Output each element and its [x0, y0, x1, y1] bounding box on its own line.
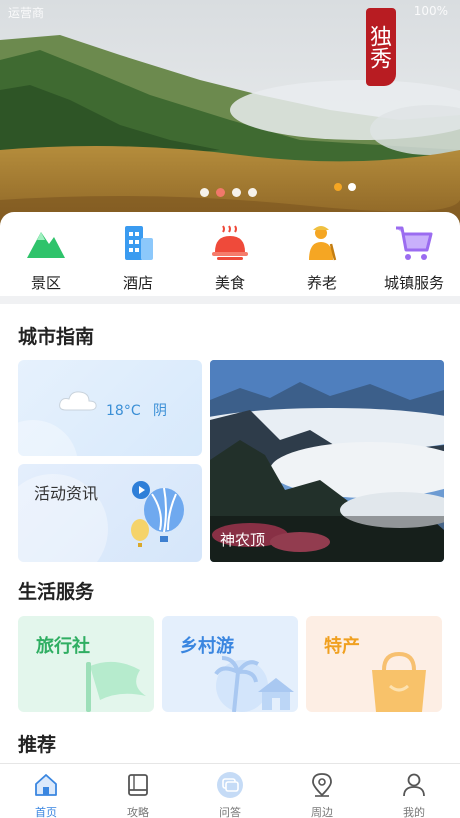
- rural-tour-card[interactable]: 乡村游: [162, 616, 298, 712]
- banner-indicator[interactable]: [200, 188, 257, 197]
- category-nav: 景区 酒店 美食 养老 城镇服务: [0, 212, 460, 296]
- section-divider: [0, 296, 460, 304]
- travel-agency-card[interactable]: 旅行社: [18, 616, 154, 712]
- hotel-building-icon: [125, 226, 153, 260]
- palm-house-icon: [214, 656, 294, 712]
- user-icon: [403, 773, 425, 797]
- scenic-spot-card[interactable]: 神农顶: [210, 360, 444, 562]
- banner-dot[interactable]: [248, 188, 257, 197]
- category-label: 城镇服务: [383, 274, 444, 292]
- mountain-icon: [27, 232, 65, 258]
- hero-banner[interactable]: 运营商 100% 独秀: [0, 0, 460, 230]
- service-label: 特产: [324, 636, 360, 657]
- location-pin-icon: [312, 773, 332, 797]
- banner-dot-active[interactable]: [216, 188, 225, 197]
- status-battery: 100%: [413, 4, 448, 18]
- service-label: 旅行社: [36, 636, 90, 657]
- home-icon: [35, 774, 57, 796]
- shopping-cart-icon: [396, 226, 433, 260]
- category-label: 美食: [214, 274, 245, 292]
- scenic-dot-active[interactable]: [334, 183, 342, 191]
- recommend-title: 推荐: [18, 734, 57, 756]
- tab-label: 问答: [219, 806, 241, 818]
- scenic-dot[interactable]: [348, 183, 356, 191]
- activity-news-label: 活动资讯: [34, 484, 99, 503]
- elderly-person-icon: [309, 226, 337, 261]
- banner-dot[interactable]: [200, 188, 209, 197]
- tab-label: 攻略: [127, 806, 149, 818]
- tab-label: 周边: [311, 806, 333, 818]
- category-label: 养老: [306, 274, 337, 292]
- category-hotel[interactable]: 酒店: [96, 222, 180, 296]
- tab-nearby[interactable]: 周边: [276, 764, 368, 818]
- category-label: 景区: [30, 274, 61, 292]
- calligraphy-seal: 独秀: [366, 8, 396, 86]
- category-town-services[interactable]: 城镇服务: [372, 222, 456, 296]
- status-carrier: 运营商: [8, 6, 45, 20]
- tab-home[interactable]: 首页: [0, 764, 92, 818]
- category-scenic[interactable]: 景区: [4, 222, 88, 296]
- flag-icon: [86, 661, 146, 712]
- city-guide-title: 城市指南: [18, 326, 95, 348]
- scenic-indicator[interactable]: [334, 183, 356, 191]
- category-label: 酒店: [122, 274, 153, 292]
- banner-dot[interactable]: [232, 188, 241, 197]
- weather-card[interactable]: 18°C 阴: [18, 360, 202, 456]
- tab-qa[interactable]: 问答: [184, 764, 276, 818]
- scenic-caption-bar: 神农顶: [210, 516, 444, 562]
- book-icon: [128, 774, 148, 796]
- category-food[interactable]: 美食: [188, 222, 272, 296]
- food-cloche-icon: [212, 225, 248, 260]
- bottom-tab-bar: 首页 攻略 问答 周边 我的: [0, 763, 460, 818]
- weather-condition: 阴: [153, 403, 168, 419]
- tab-label: 我的: [403, 806, 425, 818]
- tab-label: 首页: [35, 806, 57, 818]
- activity-news-card[interactable]: 活动资讯: [18, 464, 202, 562]
- category-elderly[interactable]: 养老: [280, 222, 364, 296]
- tab-guide[interactable]: 攻略: [92, 764, 184, 818]
- qa-chat-icon: [217, 772, 243, 798]
- life-services-title: 生活服务: [18, 581, 95, 603]
- weather-info: 18°C 阴: [106, 400, 167, 420]
- specialty-products-card[interactable]: 特产: [306, 616, 442, 712]
- tab-profile[interactable]: 我的: [368, 764, 460, 818]
- shopping-bag-icon: [372, 651, 426, 712]
- hot-air-balloon-icon: [131, 487, 184, 547]
- weather-temp: 18°C: [106, 403, 141, 419]
- scenic-spot-name: 神农顶: [220, 531, 266, 549]
- cloud-icon: [59, 391, 97, 411]
- decorative-circle: [18, 420, 78, 456]
